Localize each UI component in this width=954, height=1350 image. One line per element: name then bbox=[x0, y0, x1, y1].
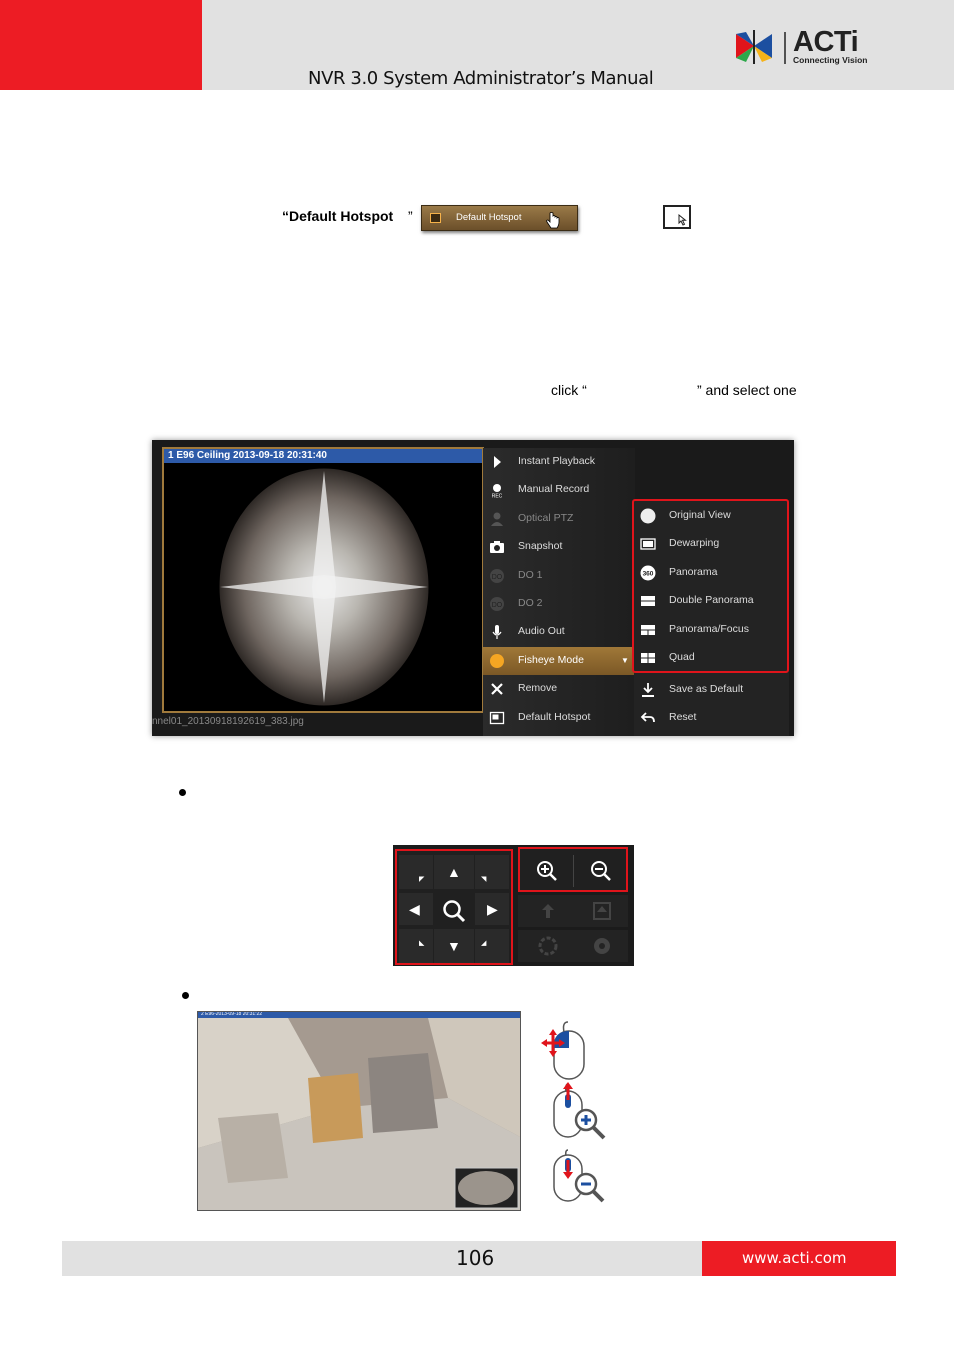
zoom-buttons bbox=[518, 847, 628, 892]
submenu-item-label: Save as Default bbox=[669, 683, 744, 695]
download-icon bbox=[642, 683, 654, 697]
menu-item-audio-out[interactable]: Audio Out bbox=[483, 618, 635, 646]
dewarped-view-screenshot: 2 E96-2013-09-18 20:31:22 bbox=[197, 1011, 521, 1211]
menu-item-label: Manual Record bbox=[518, 483, 590, 496]
svg-text:REC: REC bbox=[492, 494, 503, 499]
zoom-in-icon[interactable] bbox=[536, 860, 558, 882]
menu-item-remove[interactable]: Remove bbox=[483, 675, 635, 703]
svg-text:DO: DO bbox=[492, 602, 503, 609]
header-red-block bbox=[0, 0, 202, 90]
hotspot-icon bbox=[489, 711, 505, 724]
menu-item-label: Instant Playback bbox=[518, 455, 596, 467]
ptz-direction-pad: ▲ ▼ ◀ ▶ ◤ ◥ ◣ ◢ bbox=[395, 849, 513, 965]
video-title-bar: 1 E96 Ceiling 2013-09-18 20:31:40 bbox=[164, 449, 482, 463]
logo-tagline: Connecting Vision bbox=[793, 55, 868, 65]
menu-item-label: Remove bbox=[518, 682, 558, 695]
menu-item-label: DO 1 bbox=[518, 568, 543, 581]
menu-item-do2[interactable]: DO DO 2 bbox=[483, 590, 635, 618]
default-hotspot-icon bbox=[663, 205, 691, 229]
menu-item-manual-record[interactable]: REC Manual Record bbox=[483, 476, 635, 504]
page-number: 106 bbox=[456, 1246, 495, 1270]
ptz-down-button[interactable]: ▼ bbox=[434, 929, 474, 963]
ptz-down-left-button[interactable]: ◣ bbox=[399, 929, 433, 963]
mouse-scroll-zoom-in-icon bbox=[553, 1082, 606, 1140]
mouse-drag-icon bbox=[541, 1021, 585, 1080]
camera-icon bbox=[490, 541, 504, 554]
iris-close-icon[interactable] bbox=[592, 936, 612, 956]
video-title: 1 E96 Ceiling 2013-09-18 20:31:40 bbox=[168, 450, 327, 461]
hotspot-square-icon bbox=[430, 213, 441, 223]
fisheye-image bbox=[216, 465, 432, 709]
ptz-control-panel: ▲ ▼ ◀ ▶ ◤ ◥ ◣ ◢ bbox=[393, 845, 634, 966]
ptz-down-right-button[interactable]: ◢ bbox=[475, 929, 509, 963]
magnifier-icon[interactable] bbox=[442, 899, 466, 923]
submenu-highlight-box bbox=[632, 499, 789, 673]
manual-title: NVR 3.0 System Administrator’s Manual bbox=[308, 68, 654, 89]
menu-item-instant-playback[interactable]: Instant Playback bbox=[483, 448, 635, 476]
snapshot-file-name: nnel01_20130918192619_383.jpg bbox=[152, 716, 304, 727]
select-instruction-text: ” and select one bbox=[697, 382, 797, 398]
bullet-point bbox=[179, 789, 186, 796]
do-icon: DO bbox=[490, 568, 504, 583]
menu-item-do1[interactable]: DO DO 1 bbox=[483, 562, 635, 590]
svg-text:DO: DO bbox=[492, 574, 503, 581]
menu-item-label: Default Hotspot bbox=[518, 710, 591, 723]
ptz-up-button[interactable]: ▲ bbox=[434, 855, 474, 889]
default-hotspot-quote: ” bbox=[408, 208, 413, 224]
focus-far-icon[interactable] bbox=[592, 901, 612, 921]
menu-item-label: Fisheye Mode bbox=[518, 653, 584, 666]
iris-open-icon[interactable] bbox=[538, 936, 558, 956]
default-hotspot-label: “Default Hotspot bbox=[282, 208, 394, 224]
context-menu: Instant Playback REC Manual Record Optic… bbox=[483, 448, 635, 736]
play-icon bbox=[494, 456, 501, 468]
footer-bar bbox=[62, 1241, 702, 1276]
menu-item-fisheye-mode[interactable]: Fisheye Mode ▼ bbox=[483, 646, 635, 676]
zoom-divider bbox=[573, 855, 574, 887]
website-link[interactable]: www.acti.com bbox=[742, 1249, 847, 1267]
focus-near-icon[interactable] bbox=[538, 901, 558, 921]
hand-cursor-icon bbox=[546, 212, 560, 229]
dewarped-office-image bbox=[198, 1018, 520, 1210]
menu-item-optical-ptz[interactable]: Optical PTZ bbox=[483, 505, 635, 533]
ptz-left-button[interactable]: ◀ bbox=[399, 893, 433, 925]
ptz-up-left-button[interactable]: ◤ bbox=[399, 855, 433, 889]
menu-item-label: Audio Out bbox=[518, 625, 565, 638]
zoom-out-icon[interactable] bbox=[590, 860, 612, 882]
default-hotspot-button-label: Default Hotspot bbox=[456, 212, 522, 223]
ptz-up-right-button[interactable]: ◥ bbox=[475, 855, 509, 889]
default-hotspot-button-image: Default Hotspot bbox=[421, 205, 578, 231]
ptz-right-button[interactable]: ▶ bbox=[475, 893, 509, 925]
microphone-icon bbox=[492, 625, 502, 640]
x-icon bbox=[491, 683, 503, 695]
do-icon: DO bbox=[490, 597, 504, 611]
fisheye-menu-screenshot: 1 E96 Ceiling 2013-09-18 20:31:40 nnel01… bbox=[152, 440, 794, 736]
click-instruction-text: click “ bbox=[551, 382, 587, 398]
rec-icon: REC bbox=[492, 484, 503, 499]
menu-item-snapshot[interactable]: Snapshot bbox=[483, 533, 635, 561]
reset-icon bbox=[640, 712, 655, 723]
mouse-scroll-zoom-out-icon bbox=[553, 1149, 605, 1203]
person-icon bbox=[491, 512, 503, 526]
menu-item-label: Snapshot bbox=[518, 540, 563, 553]
submenu-item-reset[interactable]: Reset bbox=[634, 704, 789, 732]
fisheye-icon bbox=[490, 653, 504, 668]
bullet-point bbox=[182, 992, 189, 999]
submenu-arrow-icon: ▼ bbox=[621, 655, 629, 665]
video-overlay-text: 2 E96-2013-09-18 20:31:22 bbox=[201, 1011, 263, 1017]
fisheye-video-view: 1 E96 Ceiling 2013-09-18 20:31:40 bbox=[162, 447, 484, 713]
iris-buttons bbox=[518, 930, 628, 962]
menu-item-default-hotspot[interactable]: Default Hotspot bbox=[483, 704, 635, 732]
menu-item-label: DO 2 bbox=[518, 597, 543, 609]
submenu-item-label: Reset bbox=[669, 711, 697, 724]
focus-buttons bbox=[518, 895, 628, 927]
submenu-item-save-as-default[interactable]: Save as Default bbox=[634, 676, 789, 704]
menu-item-label: Optical PTZ bbox=[518, 511, 574, 524]
